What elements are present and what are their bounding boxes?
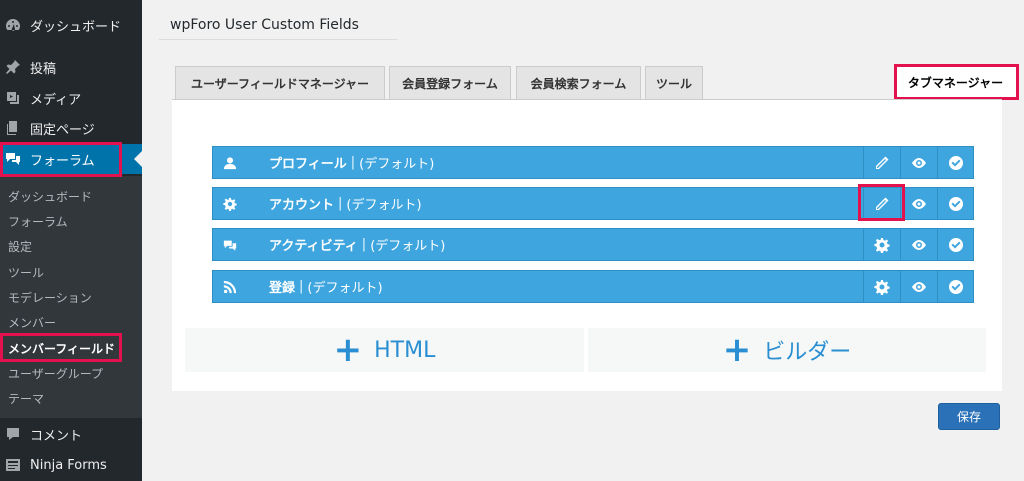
tab-user-field-manager[interactable]: ユーザーフィールドマネージャー	[175, 66, 385, 99]
edit-button[interactable]	[863, 147, 900, 178]
menu-label: ダッシュボード	[30, 19, 122, 35]
check-circle-icon	[949, 196, 963, 211]
add-html-label: HTML	[374, 337, 436, 363]
edit-button[interactable]	[863, 188, 900, 219]
enable-button[interactable]	[937, 271, 974, 302]
tab-row-profile: プロフィール | (デフォルト)	[212, 146, 974, 179]
visibility-button[interactable]	[900, 271, 937, 302]
row-title: プロフィール	[269, 157, 347, 172]
menu-ninja-forms[interactable]: Ninja Forms	[0, 450, 142, 480]
gear-icon	[213, 188, 247, 219]
tab-tab-manager[interactable]: タブマネージャー	[894, 64, 1017, 100]
eye-icon	[912, 157, 926, 168]
add-builder-label: ビルダー	[763, 340, 852, 365]
row-default-label: (デフォルト)	[346, 198, 422, 213]
row-title: 登録	[269, 281, 296, 296]
menu-comments[interactable]: コメント	[0, 419, 142, 449]
eye-icon	[912, 239, 926, 250]
pencil-icon	[876, 156, 889, 169]
check-circle-icon	[949, 237, 963, 252]
menu-dashboard[interactable]: ダッシュボード	[0, 10, 142, 40]
comment-icon	[0, 426, 26, 442]
tab-row-activity: アクティビティ | (デフォルト)	[212, 228, 974, 261]
save-button[interactable]: 保存	[938, 403, 1000, 430]
visibility-button[interactable]	[900, 229, 937, 260]
enable-button[interactable]	[937, 229, 974, 260]
menu-pages[interactable]: 固定ページ	[0, 113, 142, 143]
submenu-themes[interactable]: テーマ	[8, 390, 44, 407]
enable-button[interactable]	[937, 188, 974, 219]
forum-submenu: ダッシュボード フォーラム 設定 ツール モデレーション メンバー メンバーフィ…	[0, 176, 142, 418]
menu-forum[interactable]: フォーラム	[0, 144, 142, 174]
user-icon	[213, 147, 247, 178]
visibility-button[interactable]	[900, 147, 937, 178]
row-title: アクティビティ	[269, 239, 358, 254]
plus-icon: +	[722, 330, 752, 370]
submenu-dashboard[interactable]: ダッシュボード	[8, 188, 92, 205]
gear-icon	[874, 279, 890, 295]
page-icon	[0, 120, 26, 136]
tab-tools[interactable]: ツール	[645, 66, 703, 99]
add-html-button[interactable]: + HTML	[185, 328, 584, 372]
menu-media[interactable]: メディア	[0, 83, 142, 113]
add-builder-button[interactable]: + ビルダー	[588, 328, 986, 372]
dashboard-icon	[0, 17, 26, 33]
tab-row-register: 登録 | (デフォルト)	[212, 270, 974, 303]
menu-posts[interactable]: 投稿	[0, 52, 142, 82]
pin-icon	[0, 59, 26, 75]
submenu-settings[interactable]: 設定	[8, 238, 32, 255]
eye-icon	[912, 198, 926, 209]
media-icon	[0, 90, 26, 106]
check-circle-icon	[949, 279, 963, 294]
row-default-label: (デフォルト)	[359, 157, 435, 172]
submenu-member-fields[interactable]: メンバーフィールド	[8, 340, 115, 357]
menu-label: Ninja Forms	[30, 457, 107, 473]
settings-button[interactable]	[863, 229, 900, 260]
menu-label: フォーラム	[30, 153, 95, 169]
forum-icon	[0, 151, 26, 167]
check-circle-icon	[949, 155, 963, 170]
menu-label: 固定ページ	[30, 122, 95, 138]
menu-label: コメント	[30, 428, 83, 444]
menu-label: メディア	[30, 92, 82, 108]
submenu-tools[interactable]: ツール	[8, 264, 44, 281]
pencil-icon	[876, 197, 889, 210]
submenu-moderation[interactable]: モデレーション	[8, 289, 92, 306]
admin-sidebar: ダッシュボード 投稿 メディア 固定ページ フォーラム ダッシュボード フォーラ…	[0, 0, 142, 481]
row-default-label: (デフォルト)	[370, 239, 446, 254]
tab-registration-form[interactable]: 会員登録フォーム	[389, 66, 511, 99]
page-title: wpForo User Custom Fields	[159, 8, 397, 40]
tab-member-search-form[interactable]: 会員検索フォーム	[516, 66, 641, 99]
row-default-label: (デフォルト)	[307, 281, 383, 296]
visibility-button[interactable]	[900, 188, 937, 219]
rss-icon	[213, 271, 247, 302]
enable-button[interactable]	[937, 147, 974, 178]
submenu-usergroups[interactable]: ユーザーグループ	[8, 365, 103, 382]
gear-icon	[874, 237, 890, 253]
submenu-forum[interactable]: フォーラム	[8, 213, 68, 230]
settings-button[interactable]	[863, 271, 900, 302]
chat-icon	[213, 229, 247, 260]
plus-icon: +	[333, 330, 363, 370]
row-title: アカウント	[269, 198, 335, 213]
tab-row-account: アカウント | (デフォルト)	[212, 187, 974, 220]
eye-icon	[912, 281, 926, 292]
submenu-members[interactable]: メンバー	[8, 314, 56, 331]
forms-icon	[0, 457, 26, 473]
menu-label: 投稿	[30, 61, 57, 77]
